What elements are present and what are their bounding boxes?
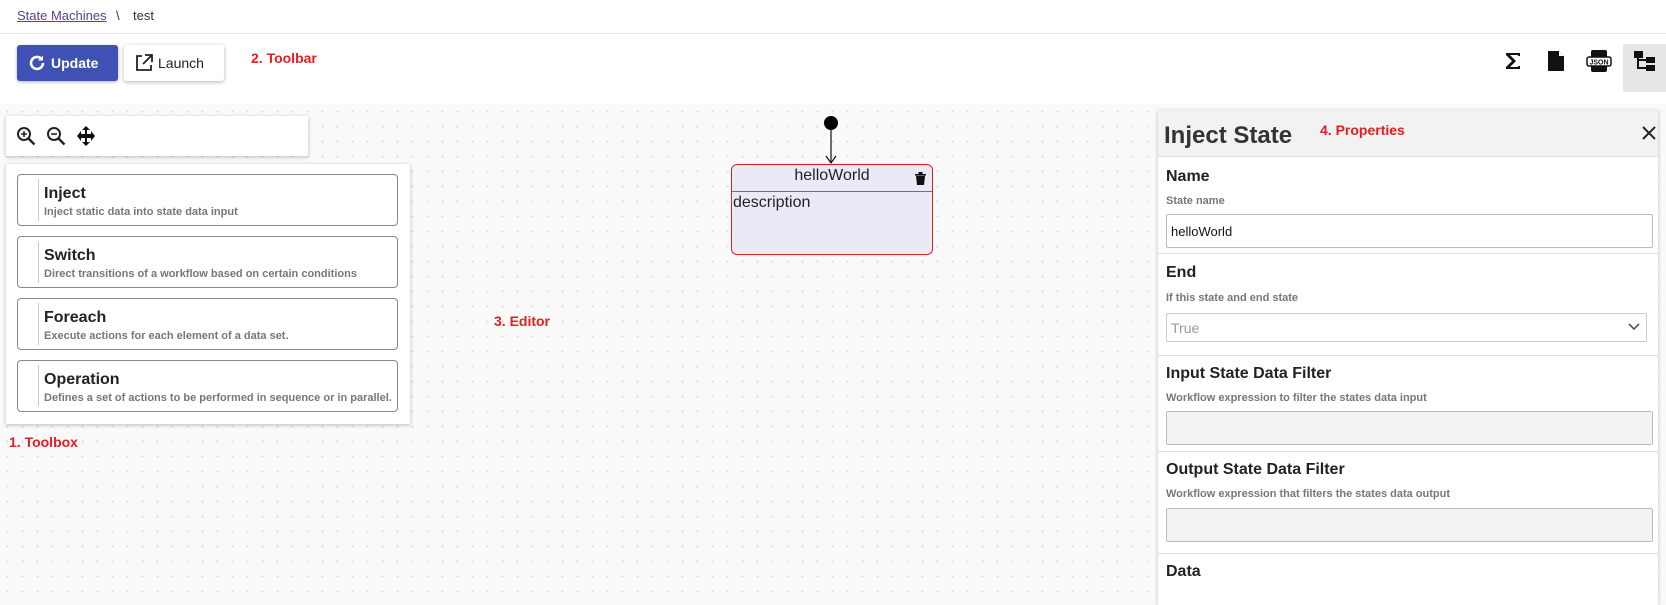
toolbox-item-foreach[interactable]: Foreach Execute actions for each element… [17, 298, 398, 350]
input-filter-field[interactable] [1166, 411, 1653, 445]
output-filter-field[interactable] [1166, 508, 1653, 542]
name-help: State name [1166, 195, 1225, 207]
breadcrumb-current: test [133, 8, 154, 23]
name-title: Name [1166, 168, 1210, 185]
input-filter-help: Workflow expression to filter the states… [1166, 392, 1427, 404]
sigma-icon[interactable] [1498, 46, 1528, 76]
toolbox: Inject Inject static data into state dat… [6, 164, 410, 424]
toolbox-item-title: Foreach [44, 309, 107, 326]
data-title: Data [1166, 563, 1201, 580]
name-section: Name State name helloWorld [1158, 156, 1658, 253]
transition-arrow [825, 128, 837, 165]
chevron-down-icon [1628, 323, 1640, 331]
output-filter-section: Output State Data Filter Workflow expres… [1158, 451, 1658, 553]
end-section: End If this state and end state True [1158, 253, 1658, 355]
move-icon[interactable] [75, 125, 97, 147]
properties-title: Inject State [1164, 122, 1293, 149]
file-icon[interactable] [1541, 46, 1571, 76]
launch-label: Launch [158, 55, 204, 71]
editor-annotation: 3. Editor [494, 313, 551, 329]
properties-header: Inject State 4. Properties [1158, 110, 1658, 156]
toolbox-item-title: Inject [44, 185, 86, 202]
external-link-icon [136, 54, 153, 71]
end-help: If this state and end state [1166, 292, 1299, 304]
toolbox-item-desc: Execute actions for each element of a da… [44, 330, 289, 342]
end-title: End [1166, 264, 1197, 281]
output-filter-title: Output State Data Filter [1166, 461, 1345, 478]
properties-panel: Inject State 4. Properties Name State na… [1158, 110, 1658, 605]
tree-view-icon[interactable] [1630, 46, 1660, 76]
state-name-input[interactable]: helloWorld [1166, 214, 1653, 248]
state-name: helloWorld [732, 165, 932, 192]
breadcrumb: State Machines \ test [0, 0, 1666, 34]
toolbox-item-inject[interactable]: Inject Inject static data into state dat… [17, 174, 398, 226]
json-icon-text: JSON [1589, 60, 1608, 67]
input-filter-section: Input State Data Filter Workflow express… [1158, 355, 1658, 451]
close-icon[interactable] [1641, 125, 1657, 141]
toolbox-item-title: Switch [44, 247, 96, 264]
toolbox-item-operation[interactable]: Operation Defines a set of actions to be… [17, 360, 398, 412]
toolbox-item-desc: Direct transitions of a workflow based o… [44, 268, 357, 280]
input-filter-title: Input State Data Filter [1166, 365, 1332, 382]
update-label: Update [51, 55, 99, 71]
toolbox-annotation: 1. Toolbox [9, 434, 78, 450]
properties-annotation: 4. Properties [1320, 122, 1405, 138]
toolbox-item-desc: Defines a set of actions to be performed… [44, 392, 392, 404]
end-select[interactable]: True [1166, 313, 1647, 342]
breadcrumb-link-state-machines[interactable]: State Machines [17, 8, 107, 23]
state-description: description [733, 194, 811, 211]
trash-icon[interactable] [915, 172, 926, 185]
toolbar-annotation: 2. Toolbar [251, 50, 317, 66]
toolbar: Update Launch 2. Toolbar JSON [0, 34, 1666, 104]
refresh-icon [29, 55, 45, 71]
toolbox-item-desc: Inject static data into state data input [44, 206, 238, 218]
data-section: Data [1158, 553, 1658, 605]
toolbox-item-switch[interactable]: Switch Direct transitions of a workflow … [17, 236, 398, 288]
json-icon[interactable]: JSON [1584, 46, 1614, 76]
end-select-value: True [1171, 320, 1200, 336]
breadcrumb-separator: \ [116, 8, 120, 23]
toolbox-item-title: Operation [44, 371, 120, 388]
update-button[interactable]: Update [17, 45, 118, 81]
launch-button[interactable]: Launch [124, 45, 224, 81]
editor-canvas[interactable]: Inject Inject static data into state dat… [0, 104, 1666, 605]
state-node[interactable]: helloWorld description [731, 164, 933, 255]
output-filter-help: Workflow expression that filters the sta… [1166, 488, 1451, 500]
zoom-controls [6, 116, 308, 156]
zoom-out-icon[interactable] [45, 125, 67, 147]
zoom-in-icon[interactable] [15, 125, 37, 147]
